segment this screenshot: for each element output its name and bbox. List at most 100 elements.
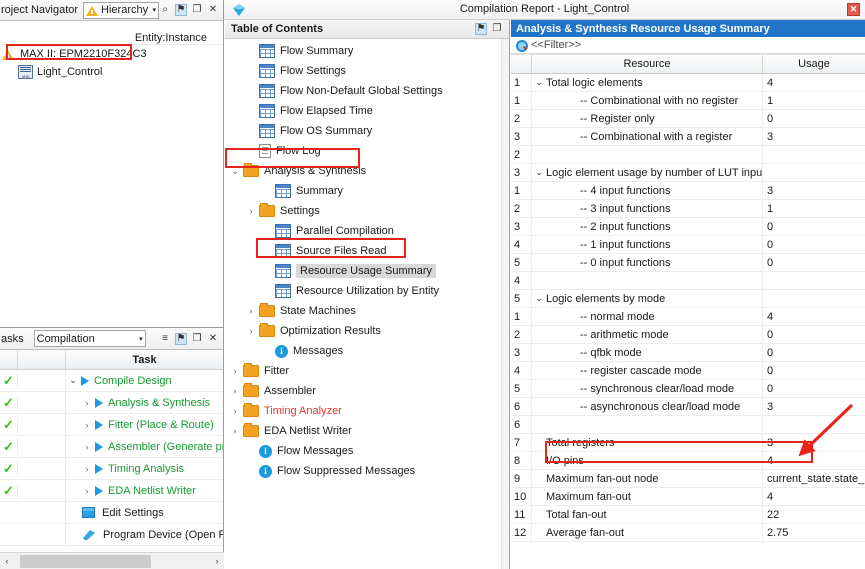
entity-node[interactable]: Light_Control [0, 63, 223, 81]
chevron-down-icon[interactable]: ⌄ [227, 166, 243, 177]
chevron-down-icon[interactable]: ⌄ [532, 293, 546, 304]
toc-item[interactable]: Flow Settings [225, 61, 501, 81]
report-row[interactable]: 5 -- 0 input functions 0 [511, 254, 865, 272]
toc-item[interactable]: Resource Utilization by Entity [225, 281, 501, 301]
chevron-right-icon[interactable]: › [227, 426, 243, 436]
run-play-icon[interactable] [95, 463, 103, 474]
toc-item[interactable]: Flow Summary [225, 41, 501, 61]
report-row[interactable]: 1 -- normal mode 4 [511, 308, 865, 326]
chevron-right-icon[interactable]: › [82, 442, 92, 452]
pin-icon[interactable]: ⚑ [175, 332, 187, 345]
report-row[interactable]: 11 Total fan-out 22 [511, 506, 865, 524]
report-row[interactable]: 2 [511, 146, 865, 164]
toc-item[interactable]: Source Files Read [225, 241, 501, 261]
run-play-icon[interactable] [81, 375, 89, 386]
task-row[interactable]: ✓ ⌄ Compile Design [0, 370, 223, 392]
chevron-down-icon[interactable]: ⌄ [532, 167, 546, 178]
toc-item[interactable]: Parallel Compilation [225, 221, 501, 241]
report-row[interactable]: 5 -- synchronous clear/load mode 0 [511, 380, 865, 398]
report-row[interactable]: 4 -- register cascade mode 0 [511, 362, 865, 380]
task-row[interactable]: ✓ › Assembler (Generate programming [0, 436, 223, 458]
report-row[interactable]: 2 -- Register only 0 [511, 110, 865, 128]
task-row[interactable]: Edit Settings [0, 502, 223, 524]
report-row[interactable]: 1 -- Combinational with no register 1 [511, 92, 865, 110]
chevron-right-icon[interactable]: › [227, 386, 243, 396]
report-row[interactable]: 4 -- 1 input functions 0 [511, 236, 865, 254]
report-row[interactable]: 12 Average fan-out 2.75 [511, 524, 865, 542]
toc-item[interactable]: i Messages [225, 341, 501, 361]
chevron-right-icon[interactable]: › [243, 326, 259, 336]
chevron-right-icon[interactable]: › [82, 420, 92, 430]
hierarchy-selector[interactable]: Hierarchy ▾ [83, 1, 159, 19]
toc-item[interactable]: › EDA Netlist Writer [225, 421, 501, 441]
report-row[interactable]: 5 ⌄ Logic elements by mode [511, 290, 865, 308]
chevron-down-icon[interactable]: ⌄ [68, 375, 78, 386]
report-row[interactable]: 1 -- 4 input functions 3 [511, 182, 865, 200]
run-play-icon[interactable] [95, 397, 103, 408]
toc-item[interactable]: Resource Usage Summary [225, 261, 501, 281]
report-filter-bar[interactable]: <<Filter>> [511, 37, 865, 54]
toc-item[interactable]: Summary [225, 181, 501, 201]
toc-item[interactable]: Flow Log [225, 141, 501, 161]
chevron-right-icon[interactable]: › [227, 366, 243, 376]
task-row[interactable]: ✓ › EDA Netlist Writer [0, 480, 223, 502]
menu-icon[interactable]: ≡ [159, 333, 171, 345]
task-row[interactable]: ✓ › Fitter (Place & Route) [0, 414, 223, 436]
report-row[interactable]: 3 -- Combinational with a register 3 [511, 128, 865, 146]
report-row[interactable]: 7 Total registers 3 [511, 434, 865, 452]
chevron-right-icon[interactable]: › [82, 464, 92, 474]
chevron-right-icon[interactable]: › [82, 486, 92, 496]
chevron-right-icon[interactable]: › [227, 406, 243, 416]
chevron-down-icon[interactable]: ⌄ [532, 77, 546, 88]
toc-item[interactable]: Flow Non-Default Global Settings [225, 81, 501, 101]
chevron-right-icon[interactable]: › [82, 398, 92, 408]
toc-item[interactable]: Flow OS Summary [225, 121, 501, 141]
scroll-thumb[interactable] [20, 554, 151, 568]
close-button[interactable]: ✕ [847, 3, 860, 16]
run-play-icon[interactable] [95, 441, 103, 452]
float-icon[interactable]: ❐ [491, 23, 503, 35]
search-icon[interactable]: ⌕ [159, 4, 171, 16]
pin-icon[interactable]: ⚑ [475, 23, 487, 35]
close-icon[interactable]: ✕ [207, 333, 219, 345]
float-icon[interactable]: ❐ [191, 333, 203, 345]
report-row[interactable]: 6 [511, 416, 865, 434]
close-icon[interactable]: ✕ [207, 4, 219, 16]
toc-item[interactable]: › Timing Analyzer [225, 401, 501, 421]
report-row[interactable]: 1 ⌄ Total logic elements 4 [511, 74, 865, 92]
report-row[interactable]: 3 -- 2 input functions 0 [511, 218, 865, 236]
filter-input[interactable]: <<Filter>> [531, 39, 581, 51]
toc-item[interactable]: ⌄ Analysis & Synthesis [225, 161, 501, 181]
tasks-horizontal-scrollbar[interactable]: ‹ › [0, 552, 224, 569]
run-play-icon[interactable] [95, 485, 103, 496]
report-row[interactable]: 9 Maximum fan-out node current_state.state… [511, 470, 865, 488]
toc-vertical-scrollbar[interactable] [501, 39, 509, 569]
report-row[interactable]: 6 -- asynchronous clear/load mode 3 [511, 398, 865, 416]
task-row[interactable]: ✓ › Analysis & Synthesis [0, 392, 223, 414]
toc-item[interactable]: Flow Elapsed Time [225, 101, 501, 121]
task-row[interactable]: ✓ › Timing Analysis [0, 458, 223, 480]
report-row[interactable]: 2 -- arithmetic mode 0 [511, 326, 865, 344]
report-row[interactable]: 3 ⌄ Logic element usage by number of LUT i… [511, 164, 865, 182]
float-icon[interactable]: ❐ [191, 4, 203, 16]
chevron-right-icon[interactable]: › [243, 206, 259, 216]
toc-item[interactable]: › Settings [225, 201, 501, 221]
toc-item[interactable]: › Fitter [225, 361, 501, 381]
device-node[interactable]: MAX II: EPM2210F324C3 [0, 45, 223, 63]
report-row[interactable]: 10 Maximum fan-out 4 [511, 488, 865, 506]
toc-item[interactable]: i Flow Suppressed Messages [225, 461, 501, 481]
toc-item[interactable]: › Optimization Results [225, 321, 501, 341]
toc-item[interactable]: › State Machines [225, 301, 501, 321]
scroll-left-arrow-icon[interactable]: ‹ [0, 556, 14, 566]
chevron-right-icon[interactable]: › [243, 306, 259, 316]
scroll-right-arrow-icon[interactable]: › [210, 556, 224, 566]
report-row[interactable]: 2 -- 3 input functions 1 [511, 200, 865, 218]
report-row[interactable]: 8 I/O pins 4 [511, 452, 865, 470]
task-row[interactable]: Program Device (Open Programmer) [0, 524, 223, 546]
report-row[interactable]: 4 [511, 272, 865, 290]
flow-selector[interactable]: Compilation ▾ [33, 330, 146, 347]
run-play-icon[interactable] [95, 419, 103, 430]
toc-item[interactable]: › Assembler [225, 381, 501, 401]
toc-item[interactable]: i Flow Messages [225, 441, 501, 461]
report-row[interactable]: 3 -- qfbk mode 0 [511, 344, 865, 362]
